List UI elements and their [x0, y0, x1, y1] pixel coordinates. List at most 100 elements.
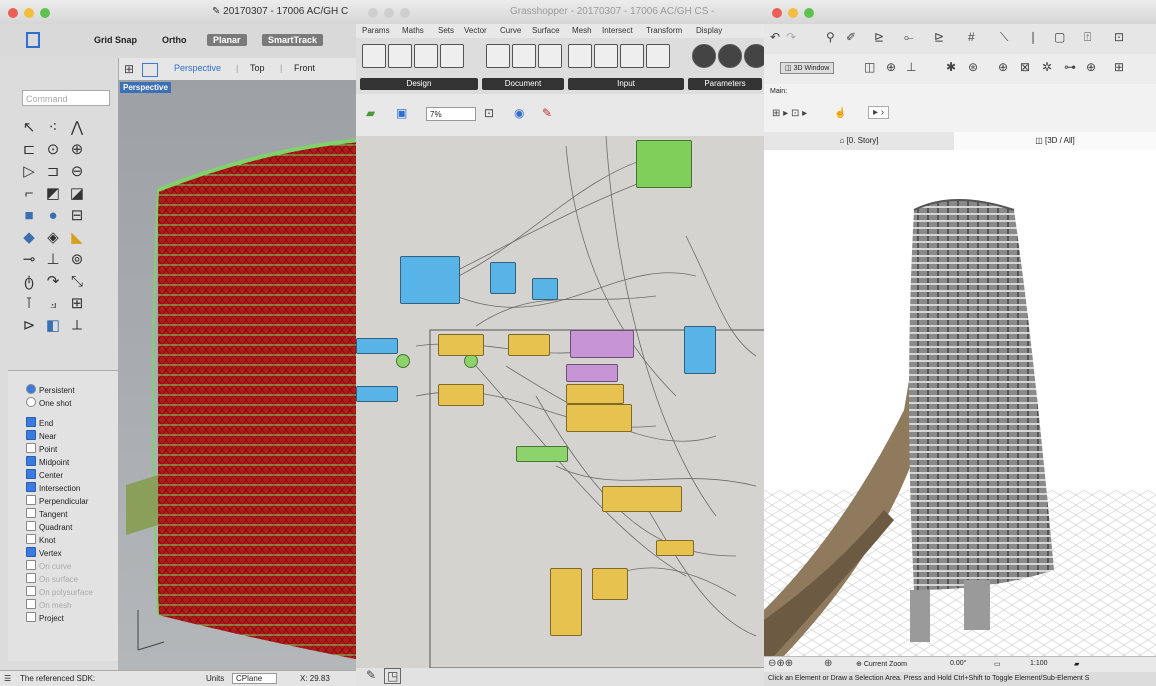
snap-tangent[interactable]: Tangent [26, 508, 67, 520]
polyline-icon[interactable]: ⋀ [66, 118, 88, 138]
arc-icon[interactable]: ▷ [18, 162, 40, 182]
inject-icon[interactable]: ✐ [846, 30, 856, 44]
connect-icon[interactable]: ⊶ [1064, 60, 1076, 74]
snap-center[interactable]: Center [26, 469, 63, 481]
panel-icon[interactable] [568, 44, 592, 68]
yellow-component-4[interactable] [566, 384, 624, 404]
menu-mesh[interactable]: Mesh [572, 26, 592, 35]
grid-snap-icon[interactable]: # [968, 30, 975, 44]
zoom-button[interactable] [40, 8, 50, 18]
preview-toggle-icon[interactable]: ◳ [384, 668, 402, 684]
snap-intersection[interactable]: Intersection [26, 482, 80, 494]
array-icon[interactable]: ⊞ [66, 294, 88, 314]
paint-icon[interactable]: ✎ [542, 106, 552, 120]
green-panel[interactable] [516, 446, 568, 462]
zoom-button[interactable] [400, 8, 410, 18]
pen-icon[interactable]: ▰ [1074, 660, 1079, 668]
single-view-icon[interactable] [142, 63, 158, 77]
explode-icon[interactable]: ✲ [1042, 60, 1052, 74]
ribbon-group-input[interactable]: Input [568, 78, 684, 90]
tab-front[interactable]: Front [294, 63, 315, 73]
yellow-component-2[interactable] [508, 334, 550, 356]
snap-on-curve[interactable]: On curve [26, 560, 71, 572]
curve-icon[interactable]: ⊖ [66, 162, 88, 182]
tab-story[interactable]: ⌂ [0. Story] [764, 132, 954, 150]
green-relay-2[interactable] [464, 354, 478, 368]
zoom-tools-icon[interactable]: ⊖⊕⊕ [768, 658, 793, 669]
wire-icon[interactable] [486, 44, 510, 68]
menu-curve[interactable]: Curve [500, 26, 521, 35]
perspective-icon[interactable]: ⊕ [886, 60, 896, 74]
layer-combo-icon[interactable]: ▢ [1054, 30, 1065, 44]
tab-top[interactable]: Top [250, 63, 265, 73]
value-list-icon[interactable] [646, 44, 670, 68]
tab-3d[interactable]: ◫ [3D / All] [954, 132, 1156, 150]
menu-vector[interactable]: Vector [464, 26, 487, 35]
rotation-angle[interactable]: 0.00° [950, 660, 966, 667]
ribbon-group-design[interactable]: Design [360, 78, 478, 90]
minimize-button[interactable] [24, 8, 34, 18]
current-zoom-button[interactable]: ⊕ Current Zoom [856, 660, 907, 668]
model-view-icon[interactable]: ⊡ [1114, 30, 1124, 44]
snap-project[interactable]: Project [26, 612, 64, 624]
scribble-icon[interactable] [440, 44, 464, 68]
green-relay-1[interactable] [396, 354, 410, 368]
rectangle-icon[interactable]: ⊏ [18, 140, 40, 160]
sun-icon[interactable]: ⊥ [906, 60, 916, 74]
zoom-extents-icon[interactable]: ⊡ [484, 106, 494, 120]
yellow-component-9[interactable] [592, 568, 628, 600]
snap-on-surface[interactable]: On surface [26, 573, 78, 585]
group-icon[interactable] [414, 44, 438, 68]
graph-icon[interactable] [538, 44, 562, 68]
blue-input-left-2[interactable] [356, 386, 398, 402]
guideline-icon[interactable]: ⟜ [904, 30, 914, 45]
publish-icon[interactable]: ⊞ [1114, 60, 1124, 74]
blue-output-group[interactable] [684, 326, 716, 374]
menu-transform[interactable]: Transform [646, 26, 682, 35]
open-file-icon[interactable]: ▰ [366, 106, 375, 120]
one-shot-radio[interactable]: One shot [26, 397, 71, 409]
redo-icon[interactable]: ↷ [786, 30, 796, 44]
person-icon[interactable]: ✱ [946, 60, 956, 74]
filter-icon[interactable]: ⊕ [998, 60, 1008, 74]
explode-icon[interactable]: ⊚ [66, 250, 88, 270]
snap-perpendicular[interactable]: Perpendicular [26, 495, 88, 507]
snap-guide-icon[interactable]: ⊵ [934, 30, 944, 44]
sketch-tool-icon[interactable]: ✎ [366, 668, 376, 682]
render-icon[interactable]: ◣ [66, 228, 88, 248]
snap-near[interactable]: Near [26, 430, 56, 442]
yellow-component-8[interactable] [550, 568, 582, 636]
snap-on-polysurface[interactable]: On polysurface [26, 586, 93, 598]
smarttrack-button[interactable]: SmartTrack [262, 34, 324, 46]
close-button[interactable] [772, 8, 782, 18]
yellow-component-7[interactable] [656, 540, 694, 556]
hand-icon[interactable]: ☝ [834, 108, 846, 119]
curve-param-icon[interactable] [512, 44, 536, 68]
grasshopper-canvas[interactable] [356, 136, 766, 668]
mesh-icon[interactable]: ◆ [18, 228, 40, 248]
snap-end[interactable]: End [26, 417, 53, 429]
blue-param-node[interactable] [490, 262, 516, 294]
menu-params[interactable]: Params [362, 26, 390, 35]
blue-param-group[interactable] [400, 256, 460, 304]
extrude-icon[interactable]: ◩ [42, 184, 64, 204]
pan-icon[interactable]: ⊕ [824, 658, 832, 669]
undo-icon[interactable]: ↶ [770, 30, 780, 44]
fillet-icon[interactable]: ⌐ [18, 184, 40, 204]
purple-component-1[interactable] [570, 330, 634, 358]
menu-sets[interactable]: Sets [438, 26, 454, 35]
close-button[interactable] [368, 8, 378, 18]
split-icon[interactable]: ⊸ [18, 250, 40, 270]
snap-vertex[interactable]: Vertex [26, 547, 62, 559]
box-icon[interactable]: ■ [18, 206, 40, 226]
grid-icon[interactable]: ⊞ [124, 62, 134, 76]
save-file-icon[interactable]: ▣ [396, 106, 407, 120]
green-param-group[interactable] [636, 140, 692, 188]
pointer-icon[interactable]: ❘ [1028, 30, 1038, 44]
tab-perspective[interactable]: Perspective [174, 63, 221, 73]
pen-set-icon[interactable]: ⍐ [1084, 30, 1091, 45]
ribbon-group-parameters[interactable]: Parameters [688, 78, 762, 90]
param-special-icon[interactable] [744, 44, 766, 68]
menu-surface[interactable]: Surface [532, 26, 560, 35]
preview-eye-icon[interactable]: ◉ [514, 106, 524, 120]
